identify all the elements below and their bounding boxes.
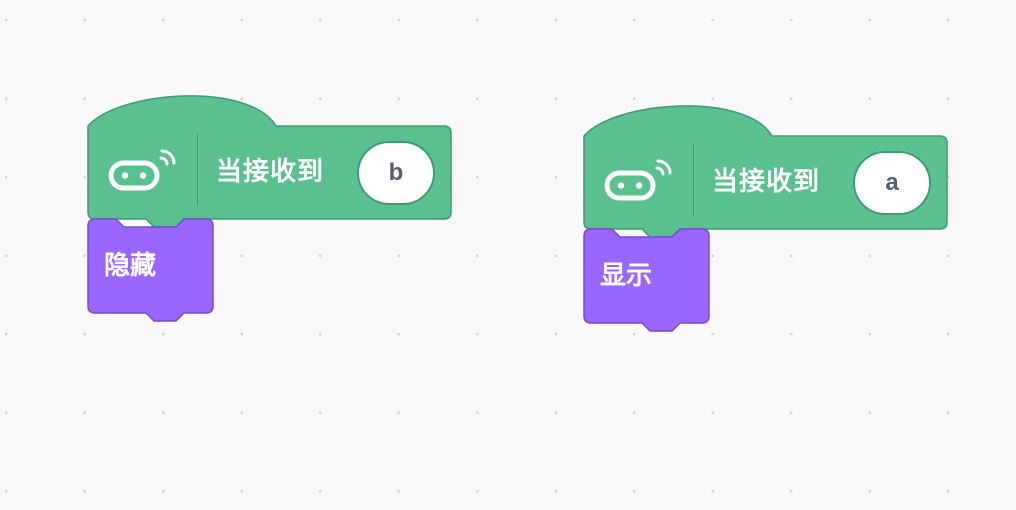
when-receive-label: 当接收到: [712, 167, 821, 197]
show-label: 显示: [600, 261, 653, 291]
robot-wireless-icon: [604, 159, 672, 201]
received-key-field[interactable]: b: [357, 141, 435, 205]
hat-divider: [693, 144, 694, 216]
script-receive-a[interactable]: 当接收到 a 显示: [576, 98, 956, 358]
received-key-field[interactable]: a: [853, 151, 931, 215]
hat-divider: [197, 134, 198, 206]
robot-wireless-icon: [108, 149, 176, 191]
script-receive-b[interactable]: 当接收到 b 隐藏: [80, 88, 460, 348]
when-receive-label: 当接收到: [216, 157, 325, 187]
hide-label: 隐藏: [104, 251, 157, 281]
